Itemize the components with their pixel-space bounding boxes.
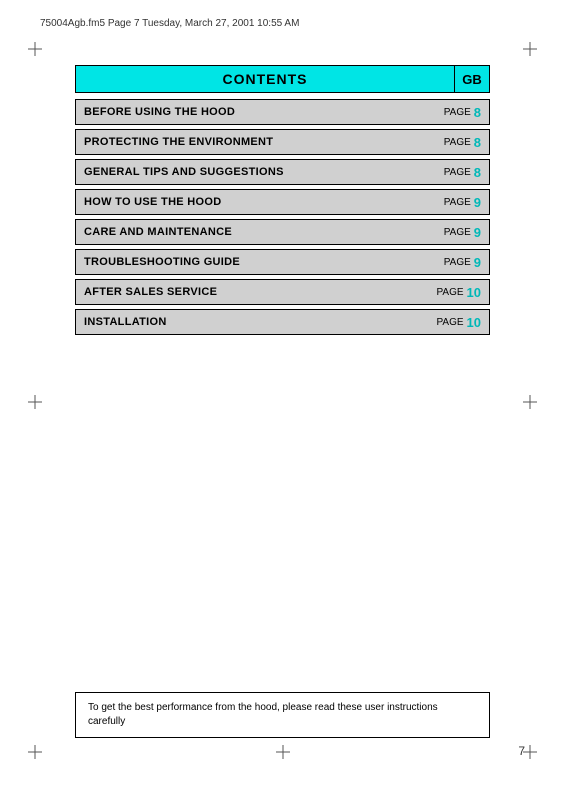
toc-label-5: CARE AND MAINTENANCE xyxy=(76,220,429,244)
crosshair-top-left xyxy=(28,42,42,56)
contents-gb: GB xyxy=(454,65,490,93)
page-num-8: 10 xyxy=(467,315,481,330)
toc-label-2: PROTECTING THE ENVIRONMENT xyxy=(76,130,429,154)
toc-label-1: BEFORE USING THE HOOD xyxy=(76,100,429,124)
notice-text: To get the best performance from the hoo… xyxy=(88,702,438,727)
crosshair-mid-right xyxy=(523,395,537,409)
notice-box: To get the best performance from the hoo… xyxy=(75,692,490,738)
page-num-5: 9 xyxy=(474,225,481,240)
page-num-1: 8 xyxy=(474,105,481,120)
toc-row-7: AFTER SALES SERVICE PAGE 10 xyxy=(75,279,490,305)
toc-label-7: AFTER SALES SERVICE xyxy=(76,280,429,304)
page-word-4: PAGE xyxy=(444,197,471,208)
content-area: CONTENTS GB BEFORE USING THE HOOD PAGE 8… xyxy=(75,65,490,339)
page-word-7: PAGE xyxy=(436,287,463,298)
toc-row-2: PROTECTING THE ENVIRONMENT PAGE 8 xyxy=(75,129,490,155)
file-info: 75004Agb.fm5 Page 7 Tuesday, March 27, 2… xyxy=(40,18,299,29)
page-word-5: PAGE xyxy=(444,227,471,238)
toc-page-7: PAGE 10 xyxy=(429,280,489,304)
crosshair-bot-left xyxy=(28,745,42,759)
page-word-8: PAGE xyxy=(436,317,463,328)
page-container: 75004Agb.fm5 Page 7 Tuesday, March 27, 2… xyxy=(0,0,565,800)
crosshair-mid-left xyxy=(28,395,42,409)
crosshair-bot-center xyxy=(276,745,290,759)
page-num-6: 9 xyxy=(474,255,481,270)
page-num-2: 8 xyxy=(474,135,481,150)
toc-page-1: PAGE 8 xyxy=(429,100,489,124)
toc-row-8: INSTALLATION PAGE 10 xyxy=(75,309,490,335)
toc-page-4: PAGE 9 xyxy=(429,190,489,214)
toc-row-1: BEFORE USING THE HOOD PAGE 8 xyxy=(75,99,490,125)
toc-label-3: GENERAL TIPS AND SUGGESTIONS xyxy=(76,160,429,184)
toc-page-3: PAGE 8 xyxy=(429,160,489,184)
page-number: 7 xyxy=(518,744,525,758)
contents-title: CONTENTS xyxy=(75,65,454,93)
toc-label-6: TROUBLESHOOTING GUIDE xyxy=(76,250,429,274)
toc-row-6: TROUBLESHOOTING GUIDE PAGE 9 xyxy=(75,249,490,275)
page-word-2: PAGE xyxy=(444,137,471,148)
page-num-4: 9 xyxy=(474,195,481,210)
toc-row-4: HOW TO USE THE HOOD PAGE 9 xyxy=(75,189,490,215)
crosshair-bot-right xyxy=(523,745,537,759)
toc-row-3: GENERAL TIPS AND SUGGESTIONS PAGE 8 xyxy=(75,159,490,185)
crosshair-top-right xyxy=(523,42,537,56)
toc-page-8: PAGE 10 xyxy=(429,310,489,334)
toc-page-2: PAGE 8 xyxy=(429,130,489,154)
toc-label-4: HOW TO USE THE HOOD xyxy=(76,190,429,214)
header-bar: 75004Agb.fm5 Page 7 Tuesday, March 27, 2… xyxy=(40,18,525,29)
toc-page-6: PAGE 9 xyxy=(429,250,489,274)
page-num-3: 8 xyxy=(474,165,481,180)
toc-row-5: CARE AND MAINTENANCE PAGE 9 xyxy=(75,219,490,245)
toc-label-8: INSTALLATION xyxy=(76,310,429,334)
page-word-3: PAGE xyxy=(444,167,471,178)
page-num-7: 10 xyxy=(467,285,481,300)
page-word-6: PAGE xyxy=(444,257,471,268)
toc-page-5: PAGE 9 xyxy=(429,220,489,244)
contents-header: CONTENTS GB xyxy=(75,65,490,93)
page-word-1: PAGE xyxy=(444,107,471,118)
